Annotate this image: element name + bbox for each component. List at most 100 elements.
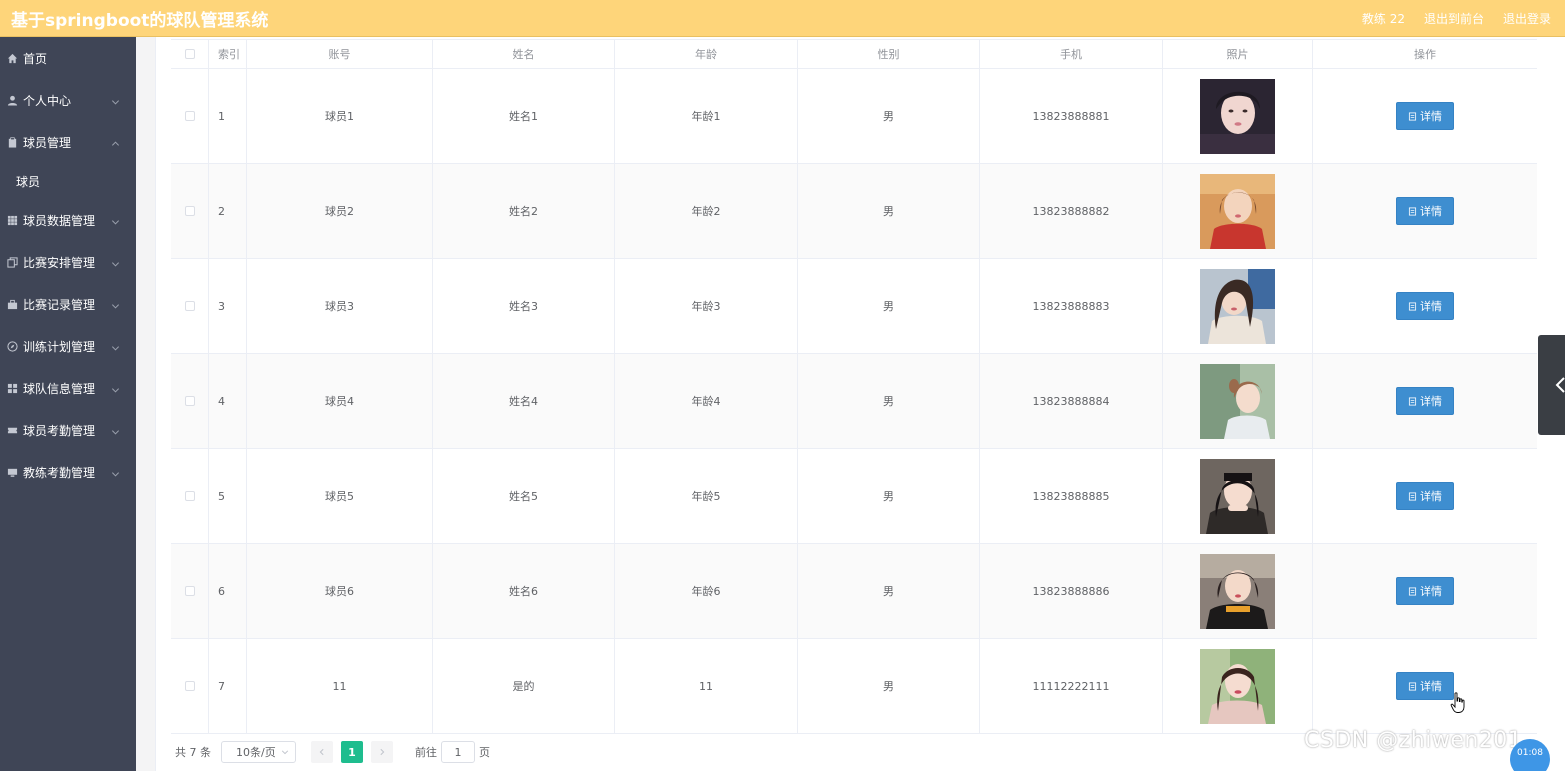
cell-sex: 男	[798, 449, 980, 543]
cell-name: 姓名1	[433, 69, 615, 163]
sidebar-item-training-plan-management[interactable]: 训练计划管理	[0, 325, 136, 367]
row-select-cell	[171, 449, 209, 543]
row-checkbox[interactable]	[184, 301, 195, 311]
player-photo[interactable]	[1200, 268, 1275, 344]
table-row: 7 11 是的 11 男 11112222111 详情	[171, 639, 1537, 734]
detail-button[interactable]: 详情	[1396, 482, 1454, 510]
current-user: 教练 22	[1361, 11, 1405, 26]
detail-button[interactable]: 详情	[1396, 292, 1454, 320]
cell-age: 年龄3	[615, 259, 798, 353]
header-sex: 性别	[798, 40, 980, 68]
detail-button[interactable]: 详情	[1396, 672, 1454, 700]
table-row: 2 球员2 姓名2 年龄2 男 13823888882 详情	[171, 164, 1537, 259]
sidebar-item-home[interactable]: 首页	[0, 37, 136, 79]
top-bar: 基于springboot的球队管理系统 教练 22 退出到前台 退出登录	[0, 0, 1565, 37]
sidebar-item-player-data-management[interactable]: 球员数据管理	[0, 199, 136, 241]
page-number-current[interactable]: 1	[341, 741, 363, 763]
ticket-icon	[6, 424, 19, 437]
chevron-left-icon	[319, 748, 324, 756]
player-photo[interactable]	[1200, 553, 1275, 629]
chevron-up-icon	[111, 138, 120, 147]
sidebar-item-player-attendance-management[interactable]: 球员考勤管理	[0, 409, 136, 451]
detail-button-label: 详情	[1420, 300, 1442, 313]
row-select-cell	[171, 164, 209, 258]
cell-index: 7	[209, 639, 247, 733]
back-to-front-link[interactable]: 退出到前台	[1424, 10, 1484, 27]
page-size-select[interactable]: 10条/页	[221, 741, 296, 763]
cell-age: 年龄2	[615, 164, 798, 258]
player-photo[interactable]	[1200, 458, 1275, 534]
cell-phone: 13823888881	[980, 69, 1163, 163]
header-actions: 操作	[1414, 48, 1436, 61]
cell-name: 姓名6	[433, 544, 615, 638]
header-age: 年龄	[615, 40, 798, 68]
player-photo[interactable]	[1200, 363, 1275, 439]
sidebar-item-match-schedule-management[interactable]: 比赛安排管理	[0, 241, 136, 283]
header-phone: 手机	[980, 40, 1163, 68]
header-select-all[interactable]	[171, 40, 209, 68]
detail-button[interactable]: 详情	[1396, 197, 1454, 225]
cell-name: 是的	[433, 639, 615, 733]
sidebar-item-label: 比赛记录管理	[23, 297, 96, 312]
cell-sex: 男	[798, 639, 980, 733]
cell-name: 姓名5	[433, 449, 615, 543]
header-photo: 照片	[1163, 40, 1313, 68]
cell-index: 5	[209, 449, 247, 543]
chevron-down-icon	[111, 468, 120, 477]
goto-page-input[interactable]	[441, 741, 475, 763]
row-checkbox[interactable]	[184, 681, 195, 691]
row-checkbox[interactable]	[184, 111, 195, 121]
cell-actions: 详情	[1313, 544, 1537, 638]
cell-account: 球员3	[247, 259, 433, 353]
detail-button[interactable]: 详情	[1396, 102, 1454, 130]
row-checkbox[interactable]	[184, 396, 195, 406]
chevron-down-icon	[111, 96, 120, 105]
sidebar-item-match-record-management[interactable]: 比赛记录管理	[0, 283, 136, 325]
header-index: 索引	[209, 40, 247, 68]
player-photo[interactable]	[1200, 78, 1275, 154]
sidebar-subitem-players[interactable]: 球员	[0, 163, 136, 199]
cell-phone: 11112222111	[980, 639, 1163, 733]
cell-phone: 13823888885	[980, 449, 1163, 543]
sidebar-item-label: 个人中心	[23, 93, 72, 108]
side-panel-toggle[interactable]	[1538, 335, 1565, 435]
row-checkbox[interactable]	[184, 206, 195, 216]
cell-photo	[1163, 449, 1313, 543]
cell-phone: 13823888882	[980, 164, 1163, 258]
cell-actions: 详情	[1313, 259, 1537, 353]
sidebar-item-player-management[interactable]: 球员管理	[0, 121, 136, 163]
cell-actions: 详情	[1313, 449, 1537, 543]
prev-page-button[interactable]	[311, 741, 333, 763]
cell-age: 年龄5	[615, 449, 798, 543]
cell-age: 11	[615, 639, 798, 733]
pagination: 共 7 条 10条/页 1 前往 页	[175, 740, 490, 764]
row-checkbox[interactable]	[184, 586, 195, 596]
chevron-left-icon	[1555, 377, 1565, 393]
cell-actions: 详情	[1313, 69, 1537, 163]
player-photo[interactable]	[1200, 173, 1275, 249]
sidebar-item-coach-attendance-management[interactable]: 教练考勤管理	[0, 451, 136, 493]
detail-button-label: 详情	[1420, 490, 1442, 503]
cell-actions: 详情	[1313, 639, 1537, 733]
cell-phone: 13823888883	[980, 259, 1163, 353]
logout-link[interactable]: 退出登录	[1503, 10, 1551, 27]
sidebar-item-team-info-management[interactable]: 球队信息管理	[0, 367, 136, 409]
cell-actions: 详情	[1313, 354, 1537, 448]
player-photo[interactable]	[1200, 648, 1275, 724]
detail-button[interactable]: 详情	[1396, 387, 1454, 415]
cell-age: 年龄1	[615, 69, 798, 163]
page-unit-label: 页	[479, 746, 490, 759]
cell-sex: 男	[798, 69, 980, 163]
sidebar-item-personal-center[interactable]: 个人中心	[0, 79, 136, 121]
document-icon	[1408, 111, 1417, 121]
row-checkbox[interactable]	[184, 491, 195, 501]
select-all-checkbox[interactable]	[184, 49, 195, 59]
cell-sex: 男	[798, 544, 980, 638]
cell-actions: 详情	[1313, 164, 1537, 258]
detail-button[interactable]: 详情	[1396, 577, 1454, 605]
cell-phone: 13823888886	[980, 544, 1163, 638]
next-page-button[interactable]	[371, 741, 393, 763]
cell-age: 年龄4	[615, 354, 798, 448]
chevron-down-icon	[111, 384, 120, 393]
cell-photo	[1163, 544, 1313, 638]
